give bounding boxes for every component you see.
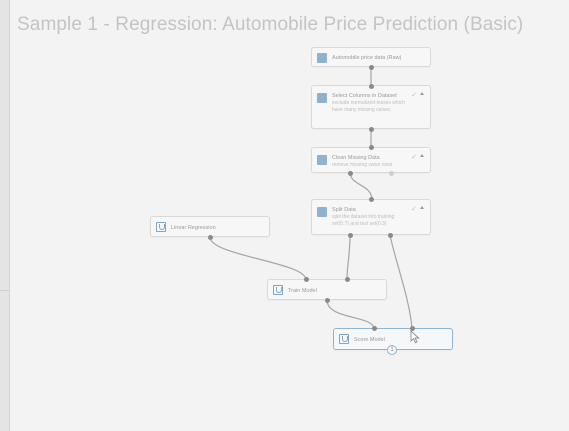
dataset-node-label: Automobile price data (Raw) [332,55,402,61]
collapse-caret-icon[interactable] [420,206,424,209]
transform-module-icon [317,155,327,165]
select-columns-node[interactable]: Select Columns in Dataset exclude normal… [311,85,431,129]
check-icon: ✓ [411,92,417,99]
split-data-desc: split the dataset into training set(0.7)… [332,214,395,227]
clean-missing-label: Clean Missing Data [332,155,380,161]
output-port[interactable] [369,127,374,132]
train-model-node[interactable]: Train Model [267,279,387,300]
output-port[interactable] [389,171,394,176]
output-port[interactable] [348,233,353,238]
select-columns-label: Select Columns in Dataset [332,93,397,99]
score-model-label: Score Model [354,337,385,343]
edge-split-train [346,234,351,281]
edge-train-score [326,299,375,330]
split-data-label: Split Data [332,207,356,213]
edge-clean-split [349,171,373,201]
clean-missing-node[interactable]: Clean Missing Data remove missing value … [311,147,431,173]
dataset-node[interactable]: Automobile price data (Raw) [311,47,431,67]
clean-missing-desc: remove missing value rows [332,162,393,168]
edge-lr-train [209,236,307,281]
model-module-icon [273,285,283,295]
linear-regression-node[interactable]: Linear Regression [150,216,270,237]
output-port[interactable] [348,171,353,176]
transform-module-icon [317,207,327,217]
collapse-caret-icon[interactable] [420,92,424,95]
input-port[interactable] [369,145,374,150]
collapse-caret-icon[interactable] [420,154,424,157]
input-port[interactable] [304,277,309,282]
select-columns-desc: exclude normalized-losses which have man… [332,100,406,113]
model-module-icon [339,334,349,344]
output-port[interactable] [388,233,393,238]
input-port[interactable] [345,277,350,282]
check-icon: ✓ [411,154,417,161]
output-port[interactable] [369,65,374,70]
output-port[interactable] [208,235,213,240]
input-port[interactable] [369,84,374,89]
split-data-node[interactable]: Split Data split the dataset into traini… [311,199,431,235]
train-model-label: Train Model [288,288,317,294]
input-port[interactable] [369,197,374,202]
edge-split-score [389,234,413,330]
database-icon [317,53,327,63]
transform-module-icon [317,93,327,103]
output-port-badge[interactable]: 1 [387,345,397,355]
output-port[interactable] [325,298,330,303]
mouse-cursor-icon [410,330,420,344]
input-port[interactable] [372,326,377,331]
model-module-icon [156,222,166,232]
check-icon: ✓ [411,206,417,213]
connections-layer [209,68,413,330]
linear-regression-label: Linear Regression [171,225,216,231]
